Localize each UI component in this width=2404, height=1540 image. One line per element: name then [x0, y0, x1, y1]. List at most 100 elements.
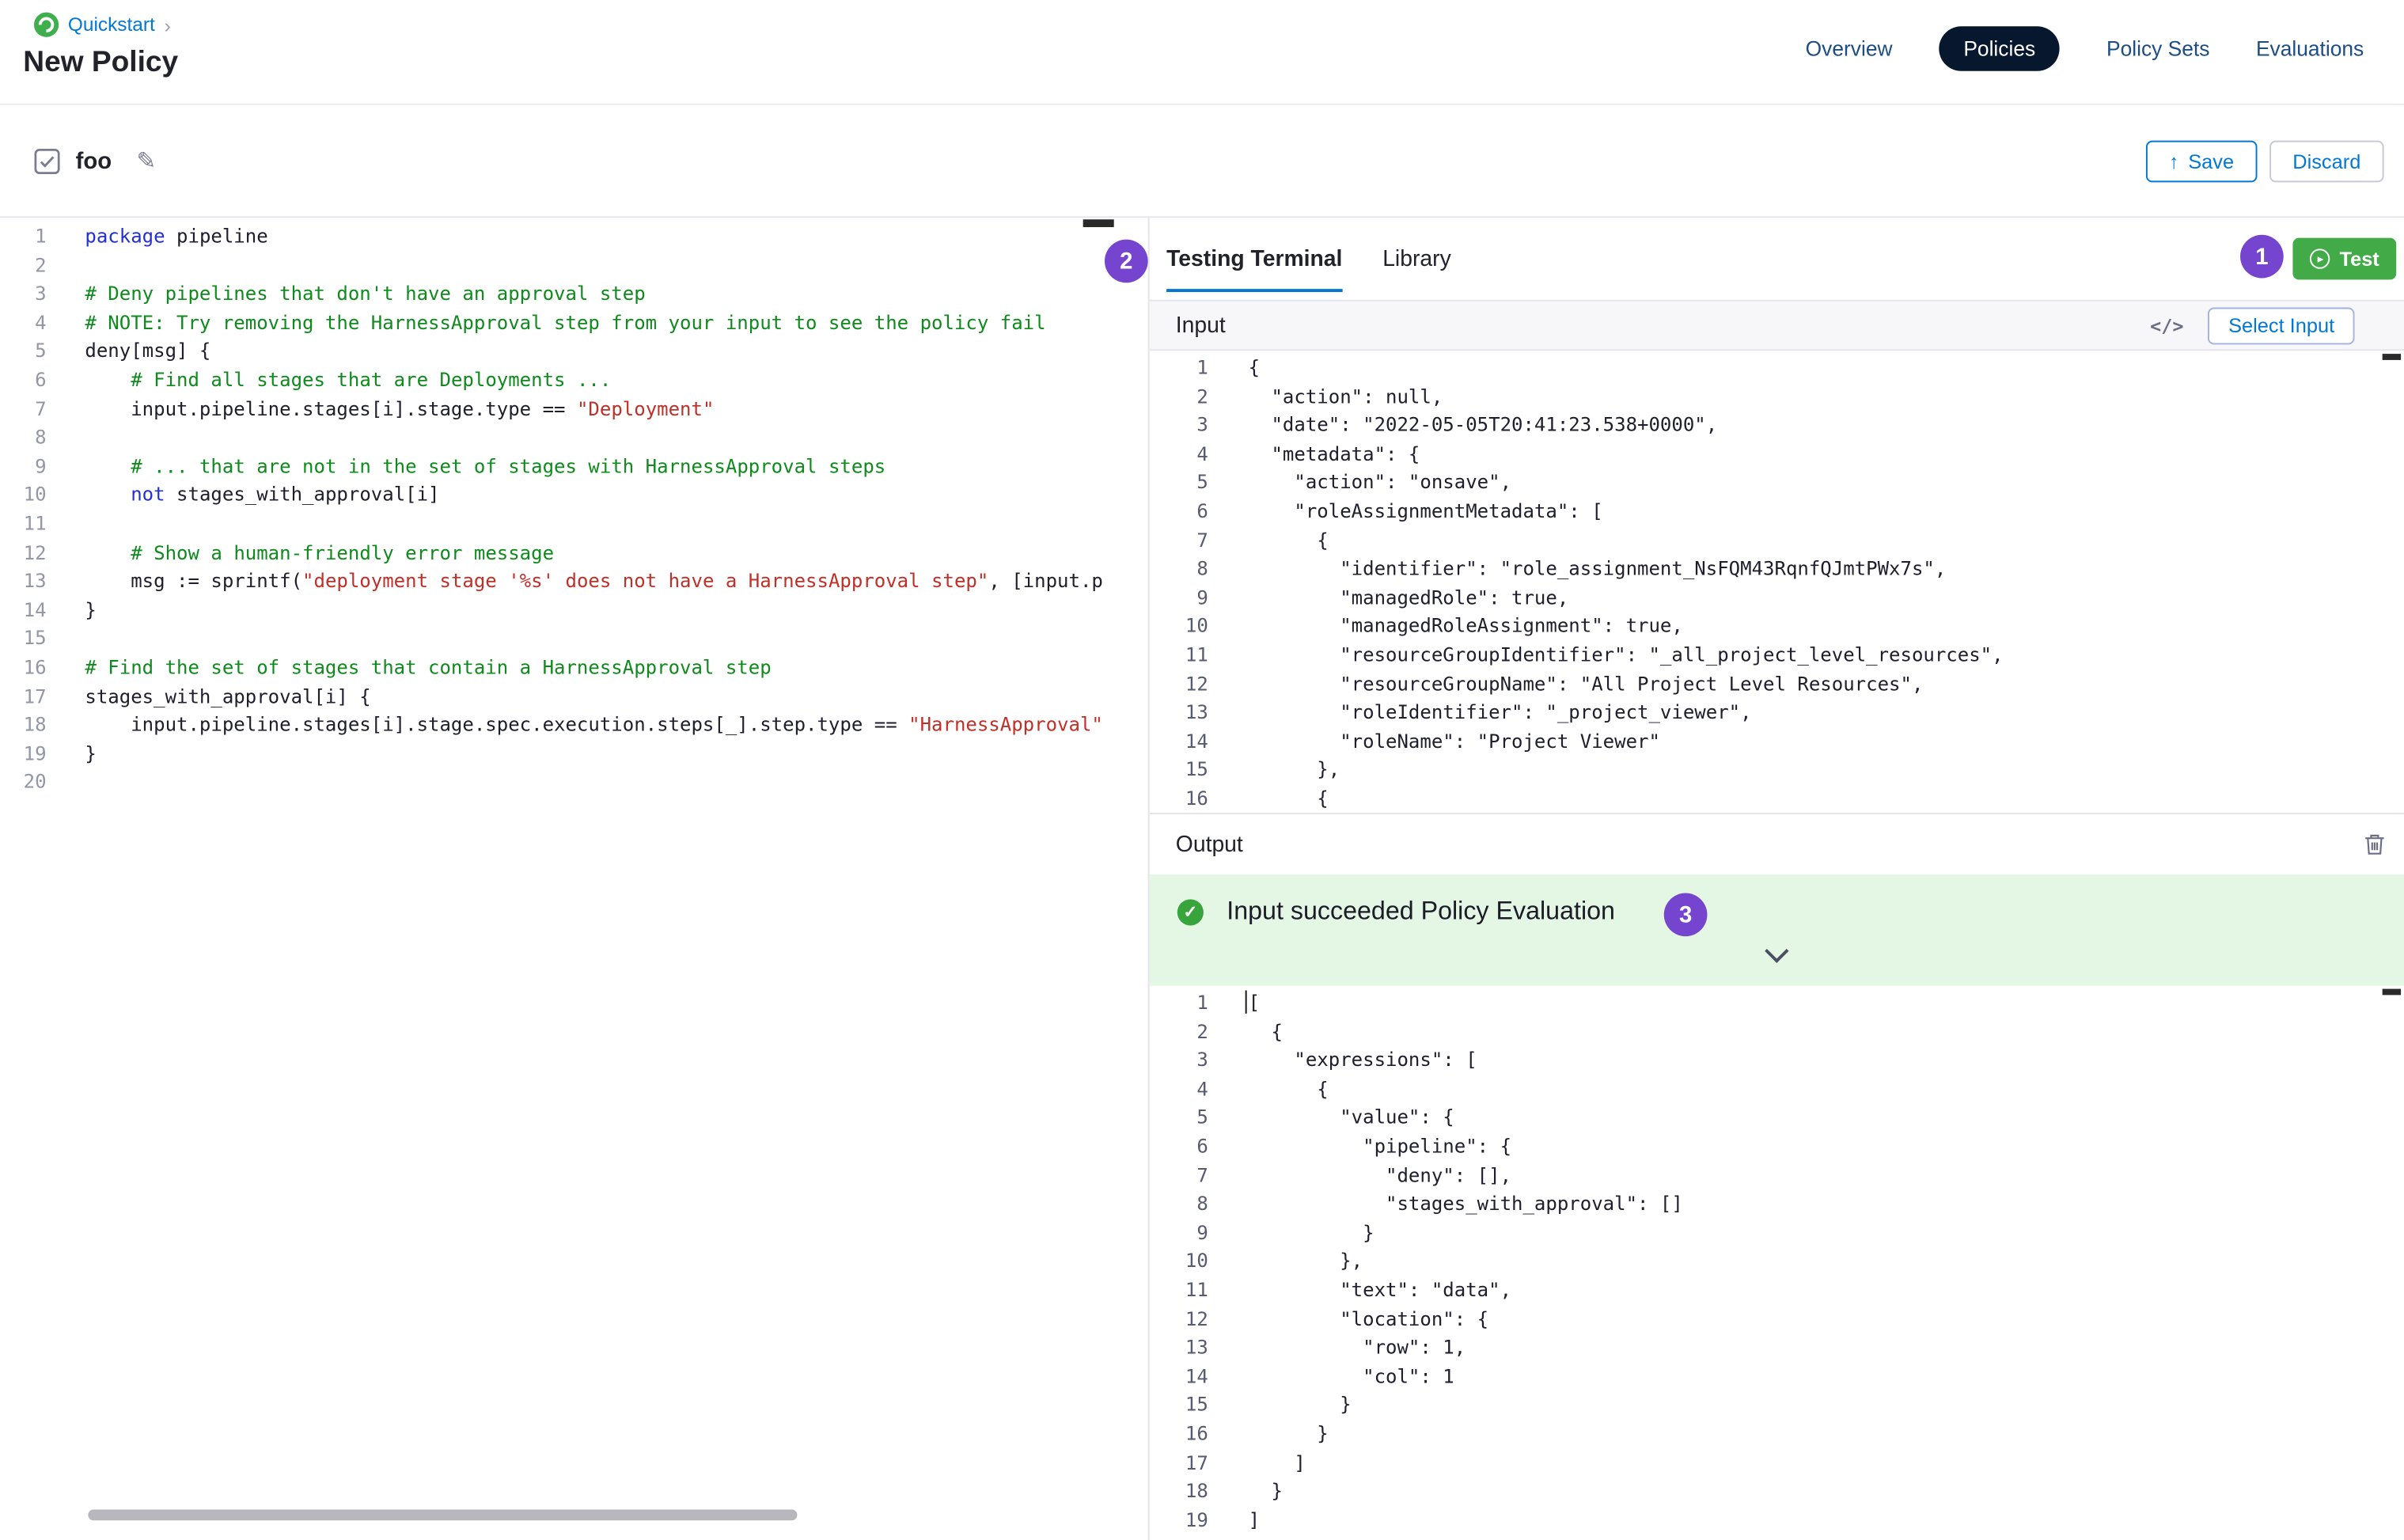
- code-line: 13 "row": 1,: [1150, 1333, 2404, 1362]
- code-line: 15 }: [1150, 1391, 2404, 1420]
- code-text: "managedRoleAssignment": true,: [1218, 613, 1683, 641]
- code-line: 8 "stages_with_approval": []: [1150, 1190, 2404, 1219]
- code-text: # Deny pipelines that don't have an appr…: [55, 280, 645, 309]
- line-number: 14: [1150, 1363, 1218, 1391]
- code-line: 20: [0, 768, 1148, 797]
- code-line: 6 # Find all stages that are Deployments…: [0, 366, 1148, 395]
- line-number: 1: [1150, 354, 1218, 382]
- code-text: deny[msg] {: [55, 337, 210, 366]
- line-number: 17: [1150, 1448, 1218, 1477]
- code-line: 7 input.pipeline.stages[i].stage.type ==…: [0, 395, 1148, 423]
- line-number: 12: [1150, 1305, 1218, 1333]
- code-text: "stages_with_approval": []: [1218, 1190, 1683, 1219]
- code-line: 8 "identifier": "role_assignment_NsFQM43…: [1150, 555, 2404, 583]
- input-scrollbar-thumb[interactable]: [2383, 354, 2401, 360]
- line-number: 10: [0, 481, 55, 510]
- line-number: 14: [1150, 727, 1218, 756]
- discard-button-label: Discard: [2292, 149, 2360, 172]
- line-number: 16: [1150, 785, 1218, 813]
- code-text: stages_with_approval[i] {: [55, 682, 370, 711]
- line-number: 15: [1150, 1391, 1218, 1420]
- code-line: 7 {: [1150, 526, 2404, 555]
- code-text: "managedRole": true,: [1218, 584, 1569, 613]
- code-line: 1{: [1150, 354, 2404, 382]
- line-number: 18: [1150, 1477, 1218, 1506]
- code-text: [55, 624, 85, 653]
- code-line: 6 "pipeline": {: [1150, 1132, 2404, 1161]
- line-number: 15: [1150, 756, 1218, 784]
- code-line: 6 "roleAssignmentMetadata": [: [1150, 498, 2404, 526]
- code-text: {: [1218, 1075, 1329, 1103]
- line-number: 10: [1150, 613, 1218, 641]
- save-button[interactable]: ↑ Save: [2146, 140, 2258, 182]
- input-json-editor[interactable]: 1{2 "action": null,3 "date": "2022-05-05…: [1150, 351, 2404, 813]
- code-view-icon[interactable]: </>: [2150, 314, 2183, 336]
- terminal-tabs: Testing Terminal Library Test: [1150, 218, 2404, 299]
- code-text: "resourceGroupName": "All Project Level …: [1218, 669, 1924, 698]
- editor-scrollbar-thumb[interactable]: [1083, 219, 1114, 227]
- tab-testing-terminal[interactable]: Testing Terminal: [1166, 246, 1342, 271]
- trash-icon[interactable]: [2364, 833, 2385, 855]
- code-text: "metadata": {: [1218, 440, 1420, 468]
- code-line: 13 msg := sprintf("deployment stage '%s'…: [0, 567, 1148, 596]
- line-number: 2: [1150, 1018, 1218, 1046]
- code-text: [55, 251, 85, 279]
- line-number: 18: [0, 711, 55, 739]
- annotation-badge-3: 3: [1664, 893, 1708, 937]
- breadcrumb-project-link[interactable]: Quickstart: [68, 14, 155, 36]
- output-title: Output: [1176, 832, 1243, 856]
- code-text: {: [1218, 785, 1329, 813]
- tab-library[interactable]: Library: [1382, 246, 1451, 271]
- code-text: }: [1218, 1391, 1352, 1420]
- line-number: 11: [1150, 641, 1218, 669]
- input-json-lines: 1{2 "action": null,3 "date": "2022-05-05…: [1150, 354, 2404, 813]
- code-text: "resourceGroupIdentifier": "_all_project…: [1218, 641, 2004, 669]
- text-cursor: [1246, 991, 1248, 1014]
- line-number: 13: [1150, 1333, 1218, 1362]
- line-number: 7: [0, 395, 55, 423]
- policy-code-editor[interactable]: 1package pipeline23# Deny pipelines that…: [0, 218, 1150, 1540]
- select-input-button[interactable]: Select Input: [2209, 307, 2355, 344]
- line-number: 7: [1150, 1161, 1218, 1189]
- line-number: 16: [1150, 1420, 1218, 1448]
- nav-policies[interactable]: Policies: [1939, 25, 2060, 70]
- horizontal-scrollbar[interactable]: [88, 1510, 797, 1521]
- code-line: 10 },: [1150, 1247, 2404, 1276]
- line-number: 20: [0, 768, 55, 797]
- output-json-lines: 1[2 {3 "expressions": [4 {5 "value": {6 …: [1150, 989, 2404, 1535]
- code-text: ]: [1218, 1506, 1261, 1534]
- code-line: 14 "roleName": "Project Viewer": [1150, 727, 2404, 756]
- code-text: input.pipeline.stages[i].stage.spec.exec…: [55, 711, 1103, 739]
- output-json-viewer[interactable]: 1[2 {3 "expressions": [4 {5 "value": {6 …: [1150, 986, 2404, 1540]
- code-line: 3 "expressions": [: [1150, 1046, 2404, 1075]
- edit-pencil-icon[interactable]: ✎: [136, 146, 156, 174]
- testing-terminal-panel: Testing Terminal Library Test Input </> …: [1150, 218, 2404, 1540]
- nav-overview[interactable]: Overview: [1806, 36, 1893, 59]
- code-line: 1package pipeline: [0, 222, 1148, 251]
- test-button[interactable]: Test: [2293, 238, 2396, 280]
- line-number: 6: [1150, 1132, 1218, 1161]
- input-section-header: Input </> Select Input: [1150, 300, 2404, 351]
- nav-evaluations[interactable]: Evaluations: [2256, 36, 2364, 59]
- code-text: }: [1218, 1420, 1329, 1448]
- line-number: 6: [1150, 498, 1218, 526]
- nav-policy-sets[interactable]: Policy Sets: [2106, 36, 2209, 59]
- upload-arrow-icon: ↑: [2169, 149, 2179, 172]
- line-number: 13: [1150, 699, 1218, 727]
- code-text: [55, 768, 85, 797]
- code-line: 15 },: [1150, 756, 2404, 784]
- code-line: 10 not stages_with_approval[i]: [0, 481, 1148, 510]
- code-line: 17 ]: [1150, 1448, 2404, 1477]
- code-line: 11 "text": "data",: [1150, 1276, 2404, 1305]
- code-text: "expressions": [: [1218, 1046, 1477, 1075]
- discard-button[interactable]: Discard: [2269, 140, 2384, 182]
- code-text: # NOTE: Try removing the HarnessApproval…: [55, 309, 1045, 337]
- line-number: 14: [0, 596, 55, 624]
- code-line: 13 "roleIdentifier": "_project_viewer",: [1150, 699, 2404, 727]
- breadcrumb: Quickstart ›: [34, 13, 178, 37]
- output-scrollbar-thumb[interactable]: [2383, 989, 2401, 996]
- top-nav: Overview Policies Policy Sets Evaluation…: [1806, 0, 2364, 96]
- chevron-down-icon[interactable]: [1765, 939, 1788, 963]
- code-text: {: [1218, 526, 1329, 555]
- code-text: msg := sprintf("deployment stage '%s' do…: [55, 567, 1103, 596]
